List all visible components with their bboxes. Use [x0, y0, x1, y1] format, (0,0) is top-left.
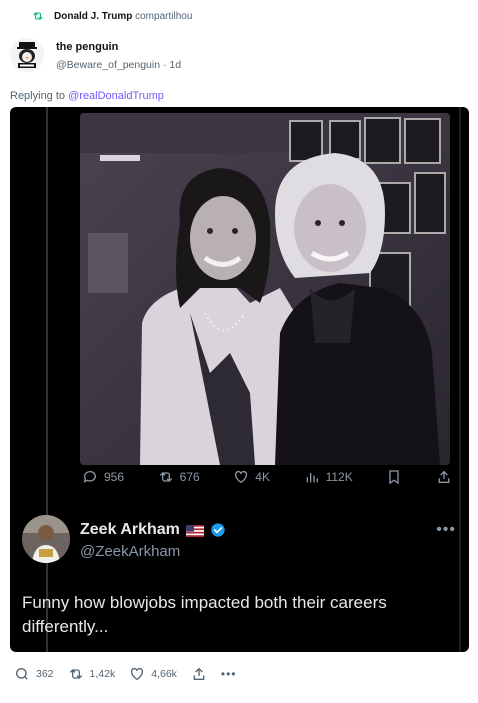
stat-views-count: 112K	[325, 470, 353, 484]
like-count: 4,66k	[151, 668, 177, 680]
share-icon	[438, 470, 450, 483]
author-name[interactable]: the penguin	[56, 41, 181, 53]
more-button[interactable]: •••	[221, 667, 237, 681]
photo-illustration	[80, 113, 450, 465]
embedded-avatar	[22, 515, 70, 563]
stat-likes: 4K	[233, 469, 270, 485]
reply-icon	[16, 668, 28, 680]
embedded-photo[interactable]	[80, 113, 450, 465]
stat-reposts-count: 676	[179, 470, 200, 484]
bookmark-icon	[389, 470, 399, 485]
repost-count: 1,42k	[89, 668, 116, 680]
share-button[interactable]	[191, 666, 207, 682]
embedded-author-handle: @ZeekArkham	[80, 543, 181, 560]
reply-button[interactable]: 362	[14, 666, 54, 682]
reply-context: Replying to @realDonaldTrump	[10, 90, 164, 102]
verified-badge-icon	[210, 522, 226, 538]
repost-label: compartilhou	[135, 10, 193, 22]
repost-icon	[32, 10, 44, 22]
author-meta: @Beware_of_penguin · 1d	[56, 59, 181, 71]
stat-views: 112K	[304, 469, 353, 485]
stat-replies-count: 956	[104, 470, 125, 484]
heart-icon	[131, 667, 144, 681]
edge-line	[459, 107, 461, 652]
repost-indicator: Donald J. Trump compartilhou	[32, 10, 192, 22]
stat-replies: 956	[82, 469, 124, 485]
heart-icon	[235, 470, 248, 484]
embedded-screenshot[interactable]: 956 676 4K 112K Zeek Arkham @ZeekArkham …	[10, 107, 469, 652]
reposter-name[interactable]: Donald J. Trump	[54, 11, 132, 22]
embedded-stats-bar: 956 676 4K 112K	[82, 469, 452, 485]
author-handle[interactable]: @Beware_of_penguin	[56, 59, 160, 71]
avatar[interactable]	[10, 38, 44, 72]
reply-mention[interactable]: @realDonaldTrump	[68, 90, 164, 102]
embedded-name-row: Zeek Arkham	[80, 521, 226, 539]
embedded-author-name: Zeek Arkham	[80, 521, 180, 538]
reply-count: 362	[36, 668, 54, 680]
stat-reposts: 676	[158, 469, 200, 485]
more-icon: •••	[220, 667, 237, 681]
repost-icon	[159, 472, 172, 482]
views-icon	[306, 473, 318, 483]
repost-button[interactable]: 1,42k	[68, 666, 116, 682]
reply-prefix: Replying to	[10, 90, 66, 102]
post-age: 1d	[169, 59, 182, 71]
post-author: the penguin @Beware_of_penguin · 1d	[10, 38, 181, 72]
stat-likes-count: 4K	[255, 470, 270, 484]
reply-icon	[83, 471, 96, 483]
us-flag-icon	[185, 524, 204, 537]
more-options-icon: •••	[436, 521, 456, 538]
share-icon	[193, 667, 205, 680]
stat-bookmark	[386, 469, 402, 485]
stat-share	[436, 469, 452, 485]
repost-icon	[69, 669, 82, 679]
embedded-tweet-text: Funny how blowjobs impacted both their c…	[22, 593, 387, 636]
thread-line	[46, 107, 48, 652]
post-actions: 362 1,42k 4,66k •••	[14, 666, 237, 682]
like-button[interactable]: 4,66k	[129, 666, 177, 682]
